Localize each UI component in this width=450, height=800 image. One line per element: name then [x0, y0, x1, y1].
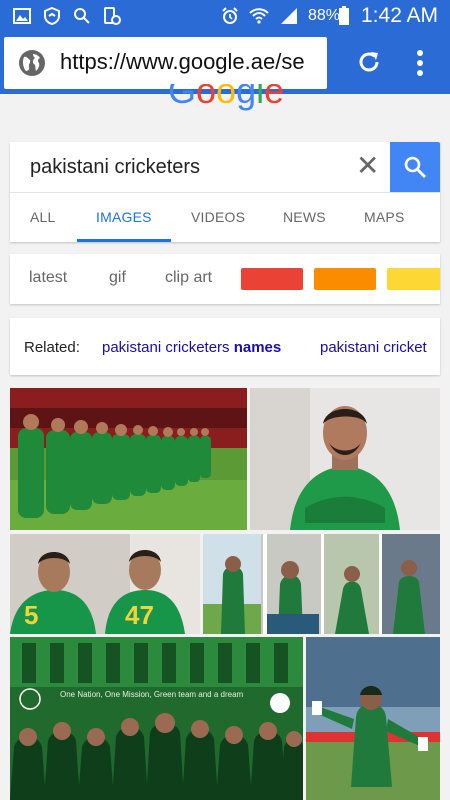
image-thumbnail	[10, 388, 247, 530]
tab-news[interactable]: NEWS	[283, 209, 326, 225]
active-tab-indicator	[77, 239, 171, 242]
reload-icon[interactable]	[355, 48, 383, 76]
battery-percent: 88%	[308, 7, 341, 24]
divider	[10, 192, 440, 193]
search-card: pakistani cricketers ✕ ALL IMAGES VIDEOS…	[10, 142, 440, 242]
globe-icon	[19, 50, 45, 76]
signal-icon	[281, 8, 297, 24]
alarm-icon	[222, 7, 238, 24]
related-link[interactable]: pakistani cricket	[320, 339, 427, 356]
svg-text:5: 5	[24, 600, 38, 630]
overflow-menu-icon[interactable]	[408, 48, 432, 78]
chip-gif[interactable]: gif	[109, 269, 126, 287]
clear-search-button[interactable]: ✕	[356, 152, 379, 180]
phone-clock-icon	[104, 7, 121, 25]
tab-all[interactable]: ALL	[30, 209, 56, 225]
related-link[interactable]: pakistani cricketers names	[102, 339, 281, 356]
search-icon	[74, 8, 90, 24]
url-text: https://www.google.ae/se	[60, 49, 305, 74]
related-searches: Related: pakistani cricketers names paki…	[10, 318, 440, 375]
chip-latest[interactable]: latest	[29, 269, 67, 287]
image-result[interactable]	[10, 388, 247, 530]
color-chip-orange[interactable]	[314, 268, 376, 290]
image-thumbnail	[250, 388, 440, 530]
svg-text:47: 47	[125, 600, 154, 630]
image-thumbnail	[203, 534, 440, 634]
wifi-icon	[249, 8, 269, 24]
related-link-text: pakistani cricketers	[102, 339, 234, 356]
related-link-text: pakistani cricket	[320, 339, 427, 356]
clock: 1:42 AM	[361, 4, 439, 27]
image-result[interactable]	[306, 637, 440, 800]
related-label: Related:	[24, 339, 80, 356]
tab-videos[interactable]: VIDEOS	[191, 209, 245, 225]
image-result[interactable]	[203, 534, 440, 634]
url-field[interactable]: https://www.google.ae/se	[4, 37, 327, 89]
shield-icon	[44, 6, 60, 26]
image-thumbnail: 5 47	[10, 534, 200, 634]
search-button[interactable]	[390, 142, 440, 192]
image-thumbnail	[306, 637, 440, 800]
tab-maps[interactable]: MAPS	[364, 209, 404, 225]
color-chip-red[interactable]	[241, 268, 303, 290]
related-link-bold: names	[233, 339, 282, 356]
image-result[interactable]	[250, 388, 440, 530]
search-icon	[404, 156, 426, 178]
filter-chips-bar: latest gif clip art	[10, 254, 440, 304]
tab-images[interactable]: IMAGES	[96, 209, 152, 225]
battery-icon	[339, 6, 349, 25]
image-thumbnail: One Nation, One Mission, Green team and …	[10, 637, 303, 800]
gallery-icon	[13, 8, 31, 24]
image-result[interactable]: 5 47	[10, 534, 200, 634]
image-result[interactable]: One Nation, One Mission, Green team and …	[10, 637, 303, 800]
chip-clip-art[interactable]: clip art	[165, 269, 212, 287]
poster-caption: One Nation, One Mission, Green team and …	[60, 690, 244, 699]
color-chip-yellow[interactable]	[387, 268, 440, 290]
search-input[interactable]: pakistani cricketers	[30, 156, 200, 179]
status-bar: 88% 1:42 AM	[0, 0, 450, 32]
google-logo[interactable]: Google	[168, 84, 288, 124]
